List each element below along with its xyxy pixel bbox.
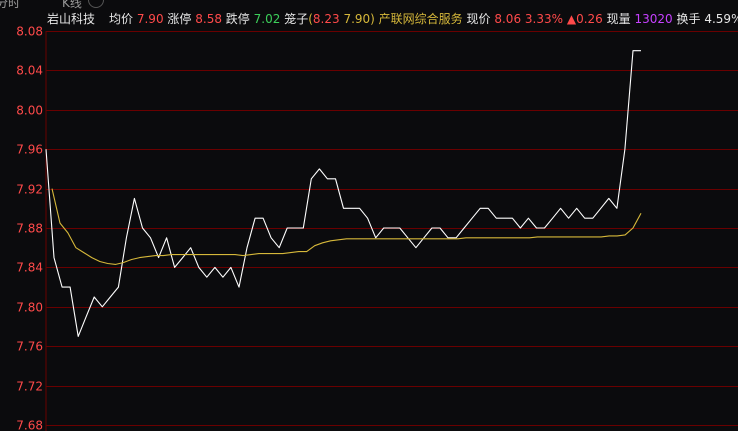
y-tick-label: 7.72 (16, 380, 43, 394)
intraday-chart[interactable]: 8.08 8.04 8.00 7.96 7.92 7.88 7.84 7.80 7.76 7.72… (0, 0, 738, 431)
y-tick-label: 7.84 (16, 261, 43, 275)
y-tick-label: 7.96 (16, 143, 43, 157)
y-tick-label: 7.88 (16, 222, 43, 236)
average-price-line (51, 188, 642, 265)
y-tick-label: 7.76 (16, 340, 43, 354)
y-tick-label: 8.08 (16, 25, 43, 39)
y-tick-label: 7.80 (16, 301, 43, 315)
y-tick-label: 8.04 (16, 64, 43, 78)
y-tick-label: 7.68 (16, 419, 43, 431)
price-line (45, 50, 641, 337)
y-tick-label: 8.00 (16, 104, 43, 118)
y-tick-label: 7.92 (16, 183, 43, 197)
